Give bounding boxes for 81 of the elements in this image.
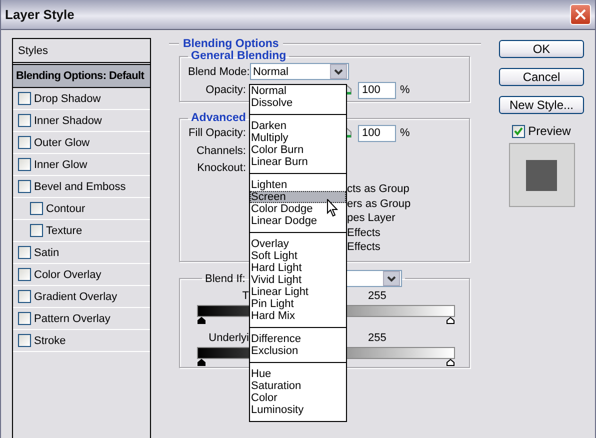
menu-item[interactable]: Dissolve	[250, 97, 346, 109]
slider-label: T	[241, 290, 249, 302]
checkbox[interactable]	[512, 124, 526, 138]
menu-item[interactable]: Luminosity	[250, 404, 346, 416]
menu-item[interactable]: Hard Mix	[250, 310, 346, 322]
menu-item[interactable]: Lighten	[250, 179, 346, 191]
range-value: 255	[368, 290, 386, 302]
range-value: 255	[368, 332, 386, 344]
menu-item[interactable]: Color Burn	[250, 144, 346, 156]
opacity-input[interactable]: 100	[358, 82, 396, 98]
dialog-button[interactable]: OK	[499, 40, 584, 58]
dialog-button[interactable]: Cancel	[499, 68, 584, 86]
checkbox[interactable]	[18, 268, 31, 281]
unit-label: %	[400, 127, 410, 139]
unit-label: %	[400, 84, 410, 96]
option-label: ers as Group	[347, 196, 412, 211]
option-label: pes Layer	[347, 211, 396, 226]
checkbox[interactable]	[18, 246, 31, 259]
style-item[interactable]: Pattern Overlay	[13, 308, 150, 330]
menu-item[interactable]: Overlay	[250, 238, 346, 250]
field-label: Blend If:	[205, 272, 246, 284]
preview-label[interactable]: Preview	[528, 124, 571, 138]
style-item[interactable]: Drop Shadow	[13, 88, 150, 110]
checkbox[interactable]	[18, 114, 31, 127]
field-label: Knockout:	[196, 162, 246, 174]
menu-item[interactable]: Darken	[250, 120, 346, 132]
fill-opacity-input[interactable]: 100	[358, 124, 396, 142]
menu-item[interactable]: Normal	[250, 85, 346, 97]
field-label: Opacity:	[204, 84, 246, 96]
menu-item[interactable]: Linear Light	[250, 286, 346, 298]
checkbox[interactable]	[18, 136, 31, 149]
menu-item[interactable]: Hard Light	[250, 262, 346, 274]
style-item[interactable]: Satin	[13, 242, 150, 264]
checkbox[interactable]	[18, 290, 31, 303]
section-title: Blending Options	[183, 38, 279, 50]
section-title: General Blending	[191, 50, 286, 62]
menu-item[interactable]: Exclusion	[250, 345, 346, 357]
checkbox[interactable]	[30, 224, 43, 237]
field-label: Channels:	[195, 145, 246, 157]
option-label: Effects	[347, 240, 382, 254]
option-label: Effects	[347, 226, 382, 240]
close-icon	[574, 8, 587, 21]
field-label: Fill Opacity:	[188, 127, 246, 139]
checkbox[interactable]	[18, 180, 31, 193]
menu-item[interactable]: Vivid Light	[250, 274, 346, 286]
style-item[interactable]: Contour	[13, 198, 150, 220]
style-item[interactable]: Texture	[13, 220, 150, 242]
menu-item[interactable]: Multiply	[250, 132, 346, 144]
blend-mode-select[interactable]: Normal	[250, 63, 349, 80]
style-item[interactable]: Inner Shadow	[13, 110, 150, 132]
style-item[interactable]: Blending Options: Default	[13, 65, 150, 88]
menu-item[interactable]: Difference	[250, 333, 346, 345]
menu-item[interactable]: Color	[250, 392, 346, 404]
checkbox[interactable]	[18, 92, 31, 105]
window-title: Layer Style	[5, 7, 74, 22]
checkbox[interactable]	[18, 334, 31, 347]
style-item[interactable]: Gradient Overlay	[13, 286, 150, 308]
menu-item[interactable]: Linear Dodge	[250, 215, 346, 227]
menu-item[interactable]: Linear Burn	[250, 156, 346, 168]
dialog-button[interactable]: New Style...	[499, 96, 584, 114]
menu-item[interactable]: Saturation	[250, 380, 346, 392]
styles-header: Styles	[18, 44, 48, 56]
menu-item[interactable]: Soft Light	[250, 250, 346, 262]
menu-item[interactable]: Pin Light	[250, 298, 346, 310]
style-item[interactable]: Outer Glow	[13, 132, 150, 154]
menu-item[interactable]: Screen	[250, 191, 346, 203]
checkbox[interactable]	[18, 158, 31, 171]
style-item[interactable]: Bevel and Emboss	[13, 176, 150, 198]
slider-label: Underlyi	[208, 332, 249, 344]
checkbox[interactable]	[18, 312, 31, 325]
option-label: cts as Group	[347, 182, 410, 196]
checkbox[interactable]	[30, 202, 43, 215]
menu-item[interactable]: Color Dodge	[250, 203, 346, 215]
style-item[interactable]: Color Overlay	[13, 264, 150, 286]
style-item[interactable]: Inner Glow	[13, 154, 150, 176]
menu-item[interactable]: Hue	[250, 368, 346, 380]
preview-swatch	[526, 160, 557, 190]
close-button[interactable]	[570, 4, 591, 25]
style-item[interactable]: Stroke	[13, 330, 150, 352]
section-title: Advanced	[191, 112, 246, 124]
cursor-icon	[327, 199, 338, 217]
